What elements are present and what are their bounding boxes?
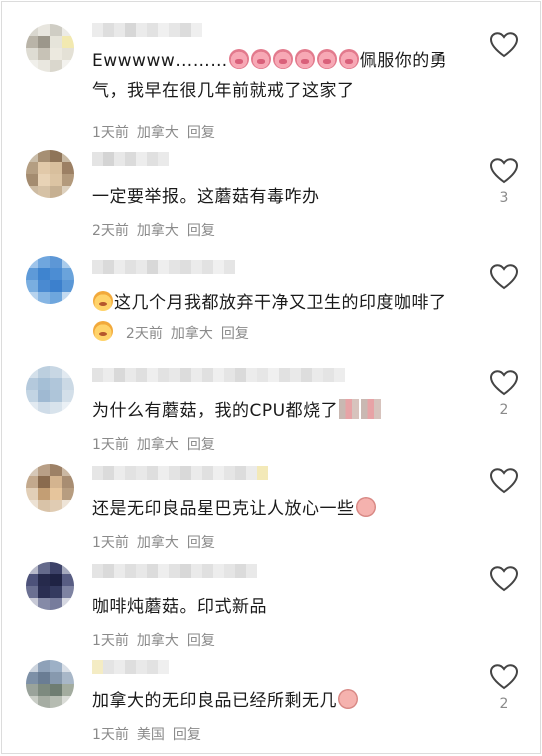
comment-item: 咖啡炖蘑菇。印式新品 1天前 加拿大 回复 <box>2 554 540 650</box>
username-blurred[interactable] <box>92 152 169 166</box>
like-button[interactable] <box>486 264 522 296</box>
username-blurred[interactable] <box>92 260 235 274</box>
comment-item: 这几个月我都放弃干净又卫生的印度咖啡了 2天前 加拿大 回复 <box>2 242 540 362</box>
avatar[interactable] <box>26 464 74 512</box>
heart-icon[interactable] <box>490 664 518 690</box>
reply-button[interactable]: 回复 <box>187 125 215 141</box>
comment-meta: 1天前 加拿大 回复 <box>92 630 223 650</box>
crying-pig-icon <box>338 689 358 709</box>
avatar[interactable] <box>26 366 74 414</box>
comment-list: Ewwwww……… 佩服你的勇气，我早在很几年前就戒了这家了 1天前 加拿大 回复 一… <box>1 1 541 754</box>
comment-time: 2天前 <box>125 326 163 342</box>
username-blurred[interactable] <box>92 368 345 382</box>
comment-text: 这几个月我都放弃干净又卫生的印度咖啡了 2天前 加拿大 回复 <box>92 288 462 349</box>
comment-item: 还是无印良品星巴克让人放心一些 1天前 加拿大 回复 <box>2 456 540 552</box>
comment-meta: 1天前 美国 回复 <box>92 724 209 744</box>
avatar[interactable] <box>26 150 74 198</box>
fox-face-icon <box>93 321 113 341</box>
avatar[interactable] <box>26 256 74 304</box>
pig-face-icon <box>294 49 315 69</box>
comment-location: 加拿大 <box>136 223 179 239</box>
username-blurred[interactable] <box>92 23 202 37</box>
pig-face-icon <box>272 49 293 69</box>
like-button[interactable] <box>486 32 522 64</box>
reply-button[interactable]: 回复 <box>173 727 201 743</box>
comment-text: 一定要举报。这蘑菇有毒咋办 <box>92 187 320 207</box>
reply-button[interactable]: 回复 <box>187 535 215 551</box>
comment-meta: 2天前 加拿大 回复 <box>126 326 249 342</box>
fox-face-icon <box>93 291 113 311</box>
comment-time: 1天前 <box>92 633 129 649</box>
comment-time: 1天前 <box>92 727 129 743</box>
like-button[interactable]: 3 <box>486 158 522 206</box>
like-count: 2 <box>499 402 509 418</box>
comment-location: 加拿大 <box>136 125 179 141</box>
avatar[interactable] <box>26 660 74 708</box>
comment-text: Ewwwww……… 佩服你的勇气，我早在很几年前就戒了这家了 <box>92 49 448 101</box>
comment-item: 加拿大的无印良品已经所剩无几 1天前 美国 回复 2 <box>2 652 540 753</box>
comment-text: 加拿大的无印良品已经所剩无几 <box>92 686 467 716</box>
reply-button[interactable]: 回复 <box>187 223 215 239</box>
avatar[interactable] <box>26 24 74 72</box>
comment-time: 1天前 <box>92 125 129 141</box>
like-button[interactable] <box>486 468 522 500</box>
username-blurred[interactable] <box>92 660 169 674</box>
crying-pig-icon <box>355 497 376 517</box>
comment-meta: 1天前 加拿大 回复 <box>92 122 223 142</box>
comment-location: 加拿大 <box>136 633 179 649</box>
comment-item: 一定要举报。这蘑菇有毒咋办 2天前 加拿大 回复 3 <box>2 142 540 240</box>
heart-icon[interactable] <box>490 468 518 494</box>
heart-icon[interactable] <box>490 264 518 290</box>
like-button[interactable]: 2 <box>486 370 522 418</box>
comment-text: 咖啡炖蘑菇。印式新品 <box>92 597 267 617</box>
pig-face-icon <box>250 49 271 69</box>
pig-face-icon <box>338 49 359 69</box>
sticker-icon <box>339 399 360 419</box>
heart-icon[interactable] <box>490 158 518 184</box>
comment-location: 美国 <box>136 727 165 743</box>
like-count: 3 <box>499 190 509 206</box>
like-button[interactable] <box>486 566 522 598</box>
comment-item: Ewwwww……… 佩服你的勇气，我早在很几年前就戒了这家了 1天前 加拿大 回复 <box>2 10 540 142</box>
pig-face-icon <box>228 49 249 69</box>
comment-meta: 2天前 加拿大 回复 <box>92 220 223 240</box>
heart-icon[interactable] <box>490 32 518 58</box>
heart-icon[interactable] <box>490 566 518 592</box>
reply-button[interactable]: 回复 <box>187 437 215 453</box>
reply-button[interactable]: 回复 <box>187 633 215 649</box>
comment-text: 为什么有蘑菇，我的CPU都烧了 <box>92 396 467 426</box>
username-blurred[interactable] <box>92 466 268 480</box>
comment-text: 还是无印良品星巴克让人放心一些 <box>92 494 467 524</box>
pig-face-icon <box>316 49 337 69</box>
like-button[interactable]: 2 <box>486 664 522 712</box>
username-blurred[interactable] <box>92 564 257 578</box>
comment-item: 为什么有蘑菇，我的CPU都烧了 1天前 加拿大 回复 2 <box>2 358 540 454</box>
comment-time: 1天前 <box>92 437 129 453</box>
like-count: 2 <box>499 696 509 712</box>
comment-time: 2天前 <box>92 223 129 239</box>
avatar[interactable] <box>26 562 74 610</box>
comment-meta: 1天前 加拿大 回复 <box>92 532 223 552</box>
comment-time: 1天前 <box>92 535 129 551</box>
heart-icon[interactable] <box>490 370 518 396</box>
comment-location: 加拿大 <box>136 437 179 453</box>
comment-meta: 1天前 加拿大 回复 <box>92 434 223 454</box>
comment-location: 加拿大 <box>170 326 213 342</box>
reply-button[interactable]: 回复 <box>221 326 249 342</box>
sticker-icon <box>361 399 382 419</box>
comment-location: 加拿大 <box>136 535 179 551</box>
